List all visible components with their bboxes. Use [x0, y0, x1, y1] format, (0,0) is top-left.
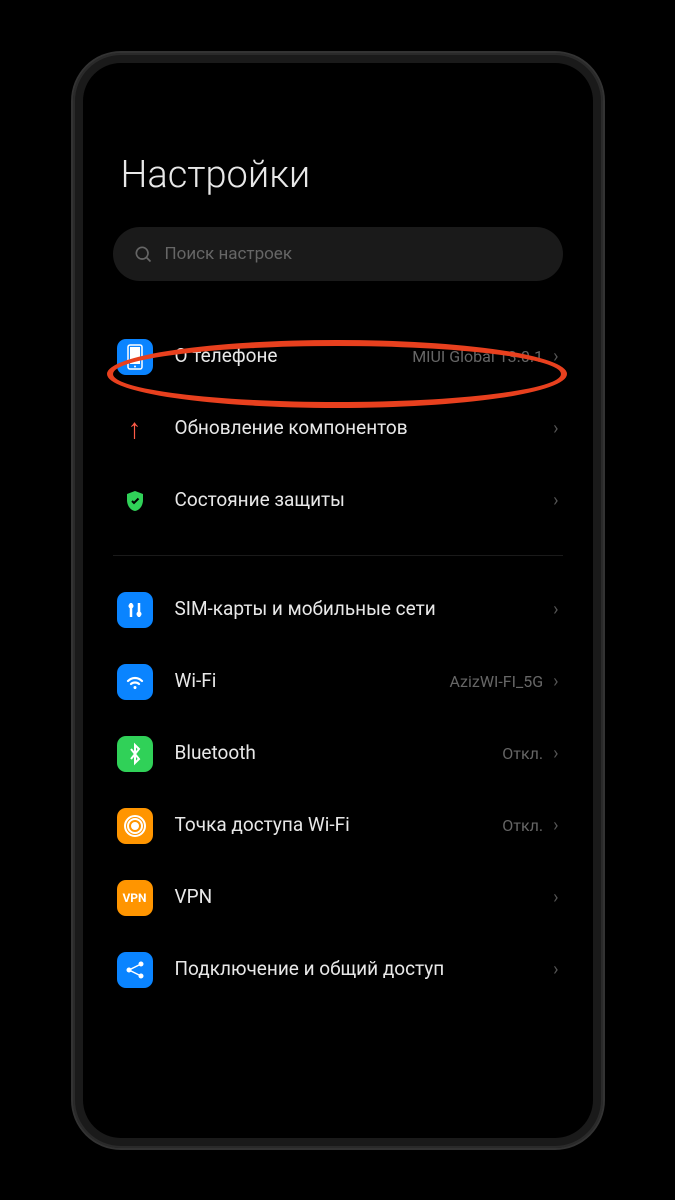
chevron-right-icon: › — [553, 490, 558, 511]
bluetooth-icon — [117, 736, 153, 772]
settings-list: О телефоне MIUI Global 13.0.1 › ↑ Обновл… — [113, 321, 563, 1006]
settings-item-value: Откл. — [502, 816, 543, 835]
update-arrow-icon: ↑ — [117, 411, 153, 447]
search-icon — [133, 244, 153, 264]
settings-item-label: Подключение и общий доступ — [175, 957, 554, 982]
settings-item-connection-sharing[interactable]: Подключение и общий доступ › — [113, 934, 563, 1006]
wifi-icon — [117, 664, 153, 700]
hotspot-icon — [117, 808, 153, 844]
settings-item-component-update[interactable]: ↑ Обновление компонентов › — [113, 393, 563, 465]
settings-item-value: AzizWI-FI_5G — [450, 672, 544, 691]
page-title: Настройки — [121, 153, 563, 197]
settings-item-security-state[interactable]: Состояние защиты › — [113, 465, 563, 537]
phone-screen: Настройки Поиск настроек О телефоне MIUI… — [83, 63, 593, 1138]
vpn-icon: VPN — [117, 880, 153, 916]
settings-item-label: Состояние защиты — [175, 488, 554, 513]
chevron-right-icon: › — [553, 671, 558, 692]
settings-item-label: Точка доступа Wi-Fi — [175, 813, 503, 838]
settings-item-label: Bluetooth — [175, 741, 503, 766]
search-placeholder: Поиск настроек — [165, 244, 293, 264]
settings-item-label: О телефоне — [175, 344, 413, 369]
settings-item-value: Откл. — [502, 744, 543, 763]
chevron-right-icon: › — [553, 346, 558, 367]
settings-item-sim-cards[interactable]: SIM-карты и мобильные сети › — [113, 574, 563, 646]
settings-item-wifi[interactable]: Wi-Fi AzizWI-FI_5G › — [113, 646, 563, 718]
settings-item-about-phone[interactable]: О телефоне MIUI Global 13.0.1 › — [113, 321, 563, 393]
chevron-right-icon: › — [553, 418, 558, 439]
settings-item-bluetooth[interactable]: Bluetooth Откл. › — [113, 718, 563, 790]
sim-icon — [117, 592, 153, 628]
settings-item-vpn[interactable]: VPN VPN › — [113, 862, 563, 934]
section-divider — [113, 555, 563, 556]
phone-frame: Настройки Поиск настроек О телефоне MIUI… — [73, 53, 603, 1148]
settings-item-label: Обновление компонентов — [175, 416, 554, 441]
phone-icon — [117, 339, 153, 375]
chevron-right-icon: › — [553, 743, 558, 764]
search-bar[interactable]: Поиск настроек — [113, 227, 563, 281]
settings-item-label: Wi-Fi — [175, 669, 450, 694]
chevron-right-icon: › — [553, 815, 558, 836]
settings-item-hotspot[interactable]: Точка доступа Wi-Fi Откл. › — [113, 790, 563, 862]
chevron-right-icon: › — [553, 887, 558, 908]
share-icon — [117, 952, 153, 988]
settings-item-label: VPN — [175, 885, 554, 910]
chevron-right-icon: › — [553, 959, 558, 980]
settings-item-label: SIM-карты и мобильные сети — [175, 597, 554, 622]
settings-item-value: MIUI Global 13.0.1 — [412, 347, 543, 366]
shield-icon — [117, 483, 153, 519]
chevron-right-icon: › — [553, 599, 558, 620]
